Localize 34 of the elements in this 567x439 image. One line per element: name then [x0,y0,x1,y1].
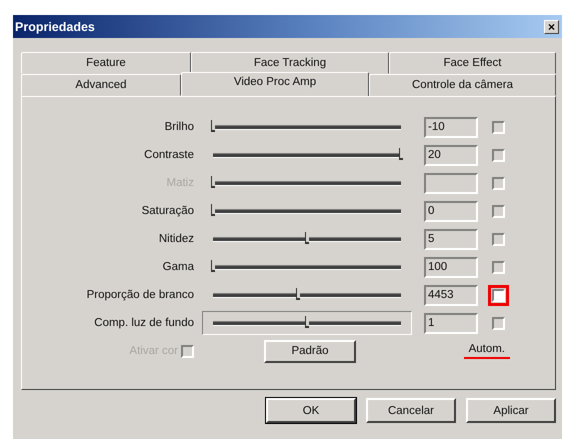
value-text: 100 [428,261,448,273]
control-label: Proporção de branco [86,289,194,301]
value-text: -10 [428,121,445,133]
window-title: Propriedades [15,20,95,34]
control-label: Saturação [140,205,194,217]
control-label: Contraste [143,149,194,161]
value-text: 5 [428,233,434,245]
value-field[interactable]: 20 [424,144,478,166]
control-label: Comp. luz de fundo [93,317,194,329]
value-field[interactable]: 4453 [424,284,478,306]
close-button[interactable]: × [544,20,559,34]
value-field[interactable]: 0 [424,200,478,222]
value-text: 4453 [428,289,454,301]
value-field[interactable]: 100 [424,256,478,278]
value-text: 1 [428,317,434,329]
tab[interactable]: Video Proc Amp [181,72,369,96]
value-field[interactable]: -10 [424,116,478,138]
dialog-button[interactable]: OK [266,398,356,423]
tab[interactable]: Advanced [21,74,181,96]
tab[interactable]: Face Effect [389,52,556,74]
dialog-button[interactable]: Aplicar [466,398,556,423]
value-field[interactable]: 5 [424,228,478,250]
control-label: Nitidez [158,233,194,245]
value-field[interactable]: 1 [424,312,478,334]
default-button[interactable]: Padrão [264,340,356,362]
value-text: 0 [428,205,434,217]
dialog-button[interactable]: Cancelar [366,398,456,423]
tab[interactable]: Feature [21,52,191,74]
control-label: Gama [162,261,194,273]
value-text: 20 [428,149,441,161]
control-label: Brilho [164,121,194,133]
auto-label: Autom. [464,343,510,359]
tab[interactable]: Controle da câmera [369,74,556,96]
tab[interactable]: Face Tracking [191,52,389,74]
